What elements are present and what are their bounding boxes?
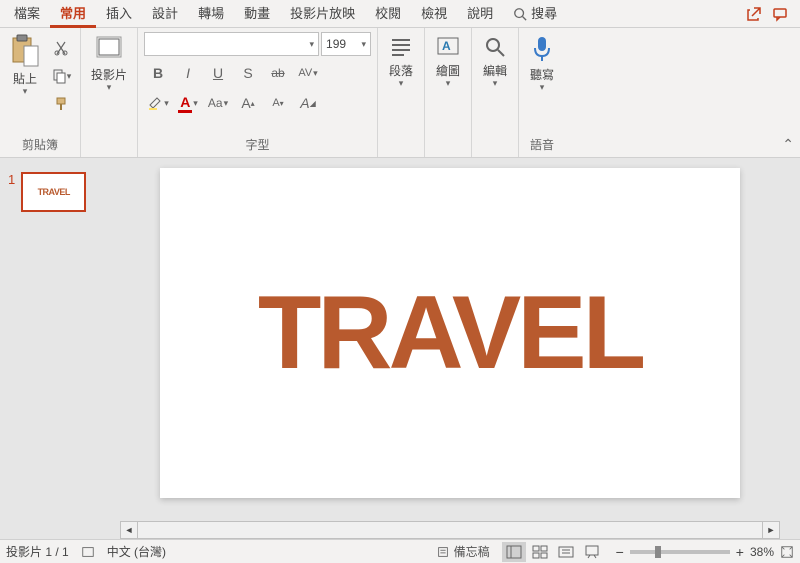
group-paragraph: 段落 ▾: [378, 28, 425, 157]
slide-title-text[interactable]: TRAVEL: [258, 274, 642, 393]
group-label-clipboard: 剪貼簿: [22, 134, 58, 155]
group-drawing: A 繪圖 ▾: [425, 28, 472, 157]
scroll-left-button[interactable]: ◄: [120, 521, 138, 539]
tab-review[interactable]: 校閱: [365, 0, 411, 28]
search-tab[interactable]: 搜尋: [503, 0, 567, 28]
thumbnail-text: TRAVEL: [38, 187, 70, 197]
status-bar: 投影片 1 / 1 中文 (台灣) 備忘稿 − + 38%: [0, 539, 800, 563]
italic-button[interactable]: I: [174, 60, 202, 86]
slide-canvas[interactable]: TRAVEL: [160, 168, 740, 498]
zoom-in-button[interactable]: +: [736, 544, 744, 560]
editing-button[interactable]: 編輯 ▾: [478, 32, 512, 90]
cut-button[interactable]: [48, 36, 74, 60]
ribbon: 貼上 ▾ ▾ 剪貼簿 投影片 ▾ ▾ 199▾: [0, 28, 800, 158]
collapse-ribbon-button[interactable]: ⌃: [782, 136, 794, 153]
increase-font-button[interactable]: A▴: [234, 90, 262, 116]
font-name-combo[interactable]: ▾: [144, 32, 319, 56]
drawing-button[interactable]: A 繪圖 ▾: [431, 32, 465, 90]
underline-button[interactable]: U: [204, 60, 232, 86]
group-clipboard: 貼上 ▾ ▾ 剪貼簿: [0, 28, 81, 157]
group-editing: 編輯 ▾: [472, 28, 519, 157]
zoom-controls: − + 38%: [616, 544, 794, 560]
tab-file[interactable]: 檔案: [4, 0, 50, 28]
scroll-right-button[interactable]: ►: [762, 521, 780, 539]
tab-transitions[interactable]: 轉場: [188, 0, 234, 28]
tab-insert[interactable]: 插入: [96, 0, 142, 28]
comments-icon[interactable]: [772, 6, 788, 22]
fit-window-button[interactable]: [780, 545, 794, 559]
slide-thumbnails-panel: 1 TRAVEL: [0, 158, 120, 539]
thumbnail-1[interactable]: 1 TRAVEL: [8, 172, 112, 212]
slides-button[interactable]: 投影片 ▾: [87, 32, 131, 94]
dictate-button[interactable]: 聽寫 ▾: [525, 32, 559, 94]
paragraph-button[interactable]: 段落 ▾: [384, 32, 418, 90]
zoom-out-button[interactable]: −: [616, 544, 624, 560]
view-mode-buttons: [502, 542, 604, 562]
workspace: 1 TRAVEL TRAVEL ◄ ►: [0, 158, 800, 539]
slideshow-view-button[interactable]: [580, 542, 604, 562]
tab-help[interactable]: 說明: [457, 0, 503, 28]
bold-button[interactable]: B: [144, 60, 172, 86]
format-painter-button[interactable]: [48, 92, 74, 116]
tab-slideshow[interactable]: 投影片放映: [280, 0, 365, 28]
group-voice: 聽寫 ▾ 語音: [519, 28, 565, 157]
decrease-font-button[interactable]: A▾: [264, 90, 292, 116]
copy-button[interactable]: ▾: [48, 64, 74, 88]
thumbnail-number: 1: [8, 172, 15, 187]
group-font: ▾ 199▾ B I U S ab AV▾ ▾ A▾ Aa▾ A▴ A▾ A◢ …: [138, 28, 378, 157]
strikethrough-button[interactable]: ab: [264, 60, 292, 86]
language-status[interactable]: 中文 (台灣): [107, 543, 166, 560]
char-spacing-button[interactable]: AV▾: [294, 60, 322, 86]
horizontal-scrollbar[interactable]: ◄ ►: [120, 521, 780, 539]
notes-button[interactable]: 備忘稿: [436, 543, 490, 560]
highlight-button[interactable]: ▾: [144, 90, 172, 116]
shadow-button[interactable]: S: [234, 60, 262, 86]
group-label-font: 字型: [246, 134, 270, 155]
zoom-slider[interactable]: [630, 550, 730, 554]
tab-design[interactable]: 設計: [142, 0, 188, 28]
svg-text:A: A: [442, 39, 451, 53]
normal-view-button[interactable]: [502, 542, 526, 562]
group-label-voice: 語音: [530, 134, 554, 155]
tab-view[interactable]: 檢視: [411, 0, 457, 28]
font-color-button[interactable]: A▾: [174, 90, 202, 116]
ribbon-tabs: 檔案 常用 插入 設計 轉場 動畫 投影片放映 校閱 檢視 說明 搜尋: [0, 0, 800, 28]
tab-animations[interactable]: 動畫: [234, 0, 280, 28]
zoom-value[interactable]: 38%: [750, 545, 774, 559]
change-case-button[interactable]: Aa▾: [204, 90, 232, 116]
sorter-view-button[interactable]: [528, 542, 552, 562]
scroll-track[interactable]: [138, 521, 762, 539]
search-icon: [513, 7, 527, 21]
slide-counter[interactable]: 投影片 1 / 1: [6, 543, 69, 560]
share-icon[interactable]: [746, 6, 762, 22]
clear-format-button[interactable]: A◢: [294, 90, 322, 116]
slide-editor: TRAVEL ◄ ►: [120, 158, 800, 539]
paste-button[interactable]: 貼上 ▾: [6, 32, 44, 98]
font-size-combo[interactable]: 199▾: [321, 32, 371, 56]
group-slides: 投影片 ▾: [81, 28, 138, 157]
tab-home[interactable]: 常用: [50, 0, 96, 28]
accessibility-icon[interactable]: [81, 545, 95, 559]
reading-view-button[interactable]: [554, 542, 578, 562]
